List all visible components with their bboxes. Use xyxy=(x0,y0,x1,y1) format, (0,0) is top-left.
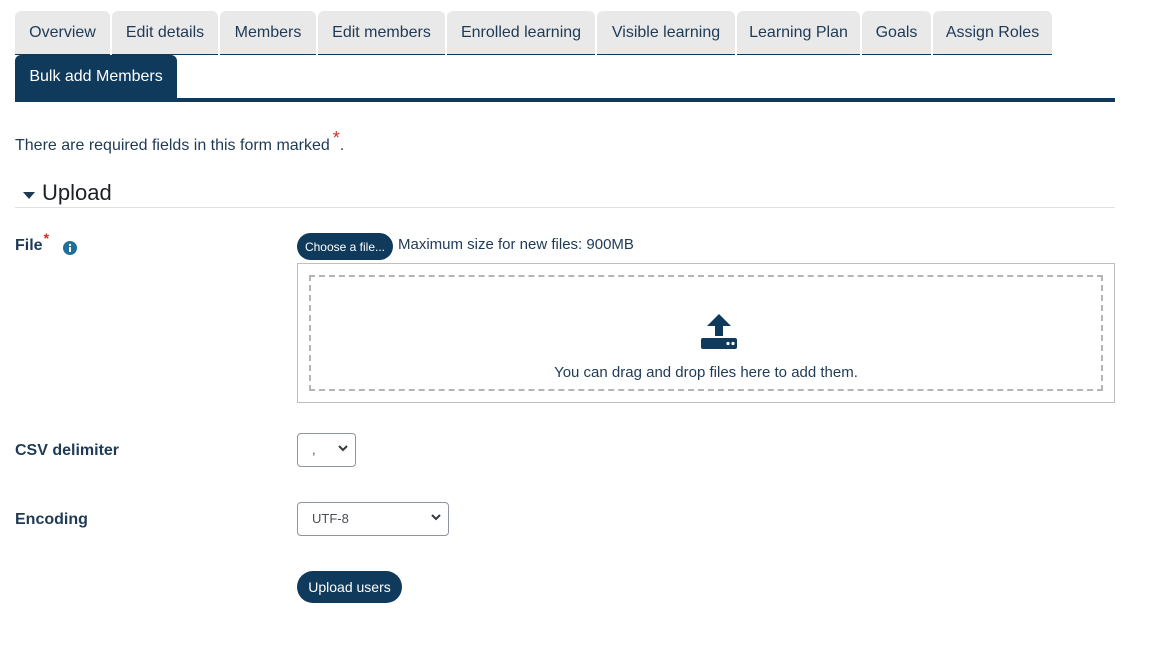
tab-learning-plan[interactable]: Learning Plan xyxy=(737,11,860,55)
tab-goals[interactable]: Goals xyxy=(862,11,931,55)
encoding-value: UTF-8 xyxy=(312,511,349,526)
section-title: Upload xyxy=(42,180,112,205)
file-label: File* xyxy=(15,230,49,255)
tab-overview[interactable]: Overview xyxy=(15,11,110,55)
tab-navigation: Overview Edit details Members Edit membe… xyxy=(15,11,1115,102)
required-star-icon: * xyxy=(332,128,340,148)
dropzone-text: You can drag and drop files here to add … xyxy=(554,364,858,381)
tab-bulk-add-members[interactable]: Bulk add Members xyxy=(15,55,177,98)
dropzone-dashed-area[interactable]: You can drag and drop files here to add … xyxy=(309,275,1103,391)
tab-underline xyxy=(15,98,1115,102)
tab-assign-roles[interactable]: Assign Roles xyxy=(933,11,1052,55)
upload-users-button[interactable]: Upload users xyxy=(297,571,402,603)
csv-delimiter-select[interactable]: , xyxy=(297,433,356,467)
required-note-text: There are required fields in this form m… xyxy=(15,137,330,154)
chevron-down-icon xyxy=(431,514,441,521)
file-dropzone[interactable]: You can drag and drop files here to add … xyxy=(297,263,1115,403)
required-note-period: . xyxy=(339,137,345,154)
upload-section-header[interactable]: Upload xyxy=(15,180,1115,208)
chevron-down-icon xyxy=(338,445,348,452)
tab-row-1: Overview Edit details Members Edit membe… xyxy=(15,11,1115,55)
csv-delimiter-label: CSV delimiter xyxy=(15,442,120,459)
encoding-select[interactable]: UTF-8 xyxy=(297,502,449,536)
file-required-star: * xyxy=(43,230,50,246)
upload-icon xyxy=(701,314,737,349)
encoding-label: Encoding xyxy=(15,511,88,528)
file-label-text: File xyxy=(15,237,43,254)
required-fields-note: There are required fields in this form m… xyxy=(15,128,345,155)
tab-members[interactable]: Members xyxy=(220,11,316,55)
info-icon[interactable] xyxy=(63,241,77,255)
tab-visible-learning[interactable]: Visible learning xyxy=(597,11,735,55)
tab-row-2: Bulk add Members xyxy=(15,55,1115,98)
caret-down-icon[interactable] xyxy=(23,192,35,199)
csv-delimiter-value: , xyxy=(312,442,316,457)
max-size-text: Maximum size for new files: 900MB xyxy=(398,236,634,253)
choose-file-button[interactable]: Choose a file... xyxy=(297,233,393,260)
tab-edit-details[interactable]: Edit details xyxy=(112,11,218,55)
tab-edit-members[interactable]: Edit members xyxy=(318,11,445,55)
tab-enrolled-learning[interactable]: Enrolled learning xyxy=(447,11,595,55)
